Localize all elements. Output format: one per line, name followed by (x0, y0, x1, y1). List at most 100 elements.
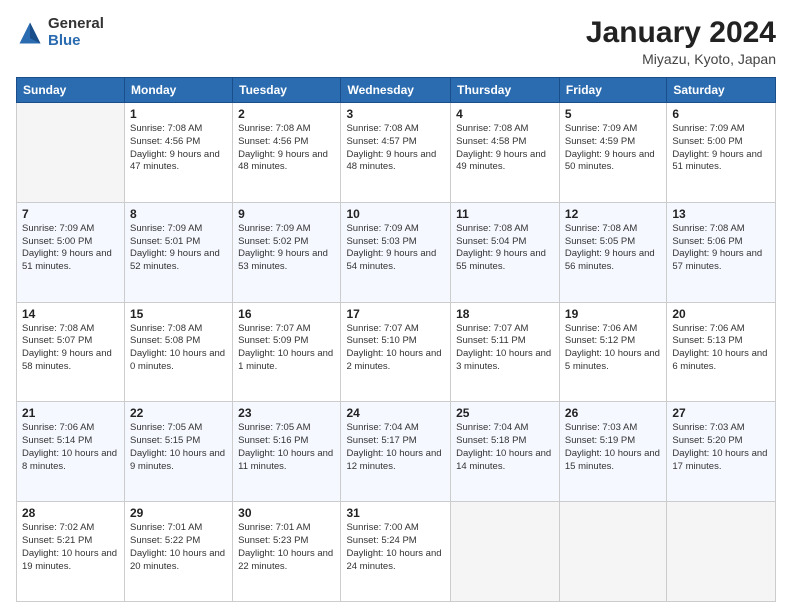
sunset-label: Sunset: 5:11 PM (456, 335, 526, 346)
daylight-label: Daylight: 9 hours and 47 minutes. (130, 149, 220, 173)
daylight-label: Daylight: 9 hours and 48 minutes. (238, 149, 328, 173)
sunset-label: Sunset: 4:56 PM (130, 136, 200, 147)
sunset-label: Sunset: 5:02 PM (238, 236, 308, 247)
daylight-label: Daylight: 9 hours and 49 minutes. (456, 149, 546, 173)
daylight-label: Daylight: 9 hours and 50 minutes. (565, 149, 655, 173)
day-number: 2 (238, 107, 335, 121)
day-info: Sunrise: 7:06 AM Sunset: 5:12 PM Dayligh… (565, 323, 661, 374)
day-info: Sunrise: 7:08 AM Sunset: 4:56 PM Dayligh… (130, 123, 227, 174)
sunrise-label: Sunrise: 7:08 AM (456, 123, 528, 134)
sunrise-label: Sunrise: 7:09 AM (672, 123, 744, 134)
day-cell: 27 Sunrise: 7:03 AM Sunset: 5:20 PM Dayl… (667, 402, 776, 502)
day-info: Sunrise: 7:07 AM Sunset: 5:11 PM Dayligh… (456, 323, 554, 374)
header-cell-thursday: Thursday (451, 78, 560, 103)
day-cell: 18 Sunrise: 7:07 AM Sunset: 5:11 PM Dayl… (451, 302, 560, 402)
day-number: 27 (672, 406, 770, 420)
sunset-label: Sunset: 4:59 PM (565, 136, 635, 147)
daylight-label: Daylight: 10 hours and 14 minutes. (456, 448, 551, 472)
day-cell: 11 Sunrise: 7:08 AM Sunset: 5:04 PM Dayl… (451, 202, 560, 302)
day-number: 8 (130, 207, 227, 221)
day-number: 21 (22, 406, 119, 420)
logo-blue: Blue (48, 33, 104, 50)
day-info: Sunrise: 7:05 AM Sunset: 5:15 PM Dayligh… (130, 422, 227, 473)
day-number: 9 (238, 207, 335, 221)
sunset-label: Sunset: 5:19 PM (565, 435, 635, 446)
day-number: 10 (346, 207, 445, 221)
daylight-label: Daylight: 9 hours and 57 minutes. (672, 248, 762, 272)
day-number: 3 (346, 107, 445, 121)
sunset-label: Sunset: 5:00 PM (22, 236, 92, 247)
sunrise-label: Sunrise: 7:06 AM (565, 323, 637, 334)
day-cell: 1 Sunrise: 7:08 AM Sunset: 4:56 PM Dayli… (125, 103, 233, 203)
sunset-label: Sunset: 5:20 PM (672, 435, 742, 446)
day-info: Sunrise: 7:09 AM Sunset: 5:00 PM Dayligh… (22, 223, 119, 274)
header-cell-sunday: Sunday (17, 78, 125, 103)
sunset-label: Sunset: 5:08 PM (130, 335, 200, 346)
main-title: January 2024 (586, 16, 776, 49)
day-cell (559, 502, 666, 602)
day-cell: 29 Sunrise: 7:01 AM Sunset: 5:22 PM Dayl… (125, 502, 233, 602)
daylight-label: Daylight: 9 hours and 55 minutes. (456, 248, 546, 272)
day-number: 6 (672, 107, 770, 121)
sunrise-label: Sunrise: 7:08 AM (130, 123, 202, 134)
daylight-label: Daylight: 10 hours and 22 minutes. (238, 548, 333, 572)
day-number: 28 (22, 506, 119, 520)
day-info: Sunrise: 7:09 AM Sunset: 5:03 PM Dayligh… (346, 223, 445, 274)
sunset-label: Sunset: 5:23 PM (238, 535, 308, 546)
sunset-label: Sunset: 5:04 PM (456, 236, 526, 247)
sunrise-label: Sunrise: 7:07 AM (456, 323, 528, 334)
day-info: Sunrise: 7:09 AM Sunset: 5:01 PM Dayligh… (130, 223, 227, 274)
sunset-label: Sunset: 4:56 PM (238, 136, 308, 147)
daylight-label: Daylight: 10 hours and 19 minutes. (22, 548, 117, 572)
day-cell: 30 Sunrise: 7:01 AM Sunset: 5:23 PM Dayl… (233, 502, 341, 602)
day-info: Sunrise: 7:01 AM Sunset: 5:23 PM Dayligh… (238, 522, 335, 573)
day-info: Sunrise: 7:08 AM Sunset: 5:05 PM Dayligh… (565, 223, 661, 274)
day-info: Sunrise: 7:08 AM Sunset: 5:06 PM Dayligh… (672, 223, 770, 274)
subtitle: Miyazu, Kyoto, Japan (586, 51, 776, 67)
sunrise-label: Sunrise: 7:09 AM (130, 223, 202, 234)
sunrise-label: Sunrise: 7:02 AM (22, 522, 94, 533)
sunrise-label: Sunrise: 7:08 AM (238, 123, 310, 134)
logo-general: General (48, 16, 104, 33)
day-cell: 17 Sunrise: 7:07 AM Sunset: 5:10 PM Dayl… (341, 302, 451, 402)
sunset-label: Sunset: 5:22 PM (130, 535, 200, 546)
day-info: Sunrise: 7:06 AM Sunset: 5:13 PM Dayligh… (672, 323, 770, 374)
sunset-label: Sunset: 5:13 PM (672, 335, 742, 346)
day-info: Sunrise: 7:08 AM Sunset: 5:07 PM Dayligh… (22, 323, 119, 374)
day-cell: 5 Sunrise: 7:09 AM Sunset: 4:59 PM Dayli… (559, 103, 666, 203)
day-info: Sunrise: 7:09 AM Sunset: 5:00 PM Dayligh… (672, 123, 770, 174)
sunrise-label: Sunrise: 7:00 AM (346, 522, 418, 533)
day-info: Sunrise: 7:08 AM Sunset: 5:04 PM Dayligh… (456, 223, 554, 274)
day-cell: 31 Sunrise: 7:00 AM Sunset: 5:24 PM Dayl… (341, 502, 451, 602)
header: General Blue January 2024 Miyazu, Kyoto,… (16, 16, 776, 67)
day-info: Sunrise: 7:02 AM Sunset: 5:21 PM Dayligh… (22, 522, 119, 573)
header-cell-monday: Monday (125, 78, 233, 103)
sunset-label: Sunset: 5:12 PM (565, 335, 635, 346)
daylight-label: Daylight: 9 hours and 51 minutes. (22, 248, 112, 272)
sunrise-label: Sunrise: 7:08 AM (456, 223, 528, 234)
sunset-label: Sunset: 5:14 PM (22, 435, 92, 446)
sunrise-label: Sunrise: 7:03 AM (565, 422, 637, 433)
day-number: 18 (456, 307, 554, 321)
sunset-label: Sunset: 5:15 PM (130, 435, 200, 446)
day-number: 24 (346, 406, 445, 420)
daylight-label: Daylight: 9 hours and 56 minutes. (565, 248, 655, 272)
sunset-label: Sunset: 5:03 PM (346, 236, 416, 247)
daylight-label: Daylight: 10 hours and 1 minute. (238, 348, 333, 372)
sunrise-label: Sunrise: 7:09 AM (346, 223, 418, 234)
daylight-label: Daylight: 10 hours and 2 minutes. (346, 348, 441, 372)
day-cell: 13 Sunrise: 7:08 AM Sunset: 5:06 PM Dayl… (667, 202, 776, 302)
day-number: 30 (238, 506, 335, 520)
calendar-table: SundayMondayTuesdayWednesdayThursdayFrid… (16, 77, 776, 602)
day-cell: 8 Sunrise: 7:09 AM Sunset: 5:01 PM Dayli… (125, 202, 233, 302)
sunset-label: Sunset: 5:01 PM (130, 236, 200, 247)
sunrise-label: Sunrise: 7:01 AM (238, 522, 310, 533)
sunrise-label: Sunrise: 7:05 AM (238, 422, 310, 433)
daylight-label: Daylight: 10 hours and 24 minutes. (346, 548, 441, 572)
daylight-label: Daylight: 9 hours and 53 minutes. (238, 248, 328, 272)
sunrise-label: Sunrise: 7:08 AM (565, 223, 637, 234)
header-cell-saturday: Saturday (667, 78, 776, 103)
sunset-label: Sunset: 5:09 PM (238, 335, 308, 346)
day-number: 14 (22, 307, 119, 321)
daylight-label: Daylight: 10 hours and 11 minutes. (238, 448, 333, 472)
